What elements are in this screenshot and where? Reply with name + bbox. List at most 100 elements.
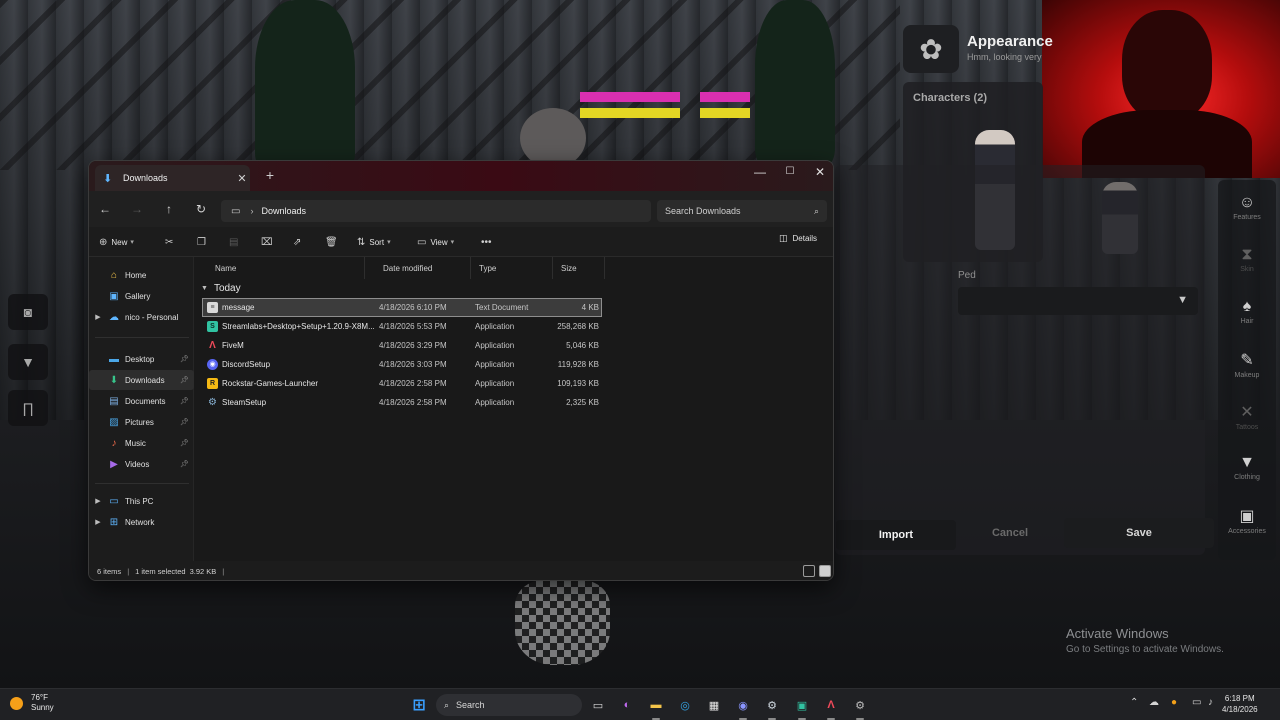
file-row[interactable]: ≡ message 4/18/2026 6:10 PM Text Documen… — [202, 298, 602, 317]
nav-item-onedrive[interactable]: ▶ ☁ nico - Personal — [89, 307, 194, 327]
chevron-up-icon[interactable]: ⌃ — [1130, 697, 1138, 708]
share-icon: ⇗ — [293, 236, 302, 248]
pin-icon[interactable]: 📌︎ — [180, 376, 194, 384]
taskbar-clock[interactable]: 6:18 PM 4/18/2026 — [1222, 693, 1258, 715]
tool-features[interactable]: ☺ Features — [1218, 188, 1276, 240]
ped-select[interactable]: ▼ — [958, 287, 1198, 315]
nav-item-network[interactable]: ▶ ⊞ Network — [89, 512, 194, 532]
view-button[interactable]: ▭ View ▾ — [417, 233, 454, 251]
refresh-icon[interactable]: ↻ — [191, 199, 211, 219]
more-icon: ••• — [481, 236, 492, 248]
nav-item-this-pc[interactable]: ▶ ▭ This PC — [89, 491, 194, 511]
chevron-right-icon[interactable]: ▶ — [89, 313, 107, 321]
pin-icon[interactable]: 📌︎ — [180, 418, 194, 426]
file-row[interactable]: Λ FiveM 4/18/2026 3:29 PM Application 5,… — [203, 337, 601, 354]
close-icon[interactable]: ✕ — [234, 172, 250, 185]
nav-item-desktop[interactable]: ▬ Desktop 📌︎ — [89, 349, 194, 369]
nav-label: Documents — [125, 396, 166, 406]
tool-hair[interactable]: ♠ Hair — [1218, 292, 1276, 344]
column-header-size[interactable]: Size — [553, 257, 605, 279]
file-row[interactable]: ◉ DiscordSetup 4/18/2026 3:03 PM Applica… — [203, 356, 601, 373]
up-arrow-icon[interactable]: ↑ — [159, 199, 179, 219]
tool-tattoos[interactable]: ✕ Tattoos — [1218, 396, 1276, 448]
nav-item-home[interactable]: ⌂ Home — [89, 265, 194, 285]
maximize-button[interactable]: ☐ — [775, 163, 805, 185]
new-tab-button[interactable]: + — [261, 167, 279, 187]
windows-start-icon[interactable]: ⊞ — [409, 695, 429, 715]
cut-button[interactable]: ✂ — [165, 233, 177, 251]
file-row[interactable]: S Streamlabs+Desktop+Setup+1.20.9-X8M...… — [203, 318, 601, 335]
column-header-date[interactable]: Date modified — [375, 257, 471, 279]
file-row[interactable]: ⚙ SteamSetup 4/18/2026 2:58 PM Applicati… — [203, 394, 601, 411]
shirt-icon[interactable]: ▼ — [8, 344, 48, 380]
pin-icon[interactable]: 📌︎ — [180, 439, 194, 447]
onedrive-icon[interactable]: ☁ — [1149, 697, 1159, 708]
more-options-button[interactable]: ••• — [481, 233, 496, 251]
cancel-button[interactable]: Cancel — [960, 518, 1060, 548]
nav-item-music[interactable]: ♪ Music 📌︎ — [89, 433, 194, 453]
tool-label: Hair — [1240, 318, 1254, 325]
nav-item-documents[interactable]: ▤ Documents 📌︎ — [89, 391, 194, 411]
forward-arrow-icon[interactable]: → — [127, 199, 147, 219]
tiles-view-toggle[interactable] — [819, 565, 831, 577]
task-view-icon[interactable]: ▭ — [588, 695, 608, 715]
delete-button[interactable]: 🗑︎ — [325, 233, 342, 251]
copy-icon: ❐ — [197, 236, 206, 248]
share-button[interactable]: ⇗ — [293, 233, 305, 251]
chevron-right-icon[interactable]: ▶ — [89, 518, 107, 526]
taskbar-search[interactable]: ⌕ Search — [436, 694, 582, 716]
tab-downloads[interactable]: ⬇ Downloads ✕ — [95, 165, 250, 191]
details-button[interactable]: ◫ Details — [779, 233, 817, 244]
column-header-name[interactable]: Name — [195, 257, 365, 279]
departure-board — [700, 92, 750, 102]
speaker-icon[interactable]: ♪ — [1208, 697, 1213, 708]
close-window-button[interactable]: ✕ — [805, 163, 833, 185]
pants-icon[interactable]: ∏ — [8, 390, 48, 426]
mask-icon[interactable]: ◙ — [8, 294, 48, 330]
nav-item-pictures[interactable]: ▨ Pictures 📌︎ — [89, 412, 194, 432]
microphone-icon[interactable]: ● — [1171, 697, 1177, 708]
pin-icon[interactable]: 📌︎ — [180, 397, 194, 405]
pin-icon[interactable]: 📌︎ — [180, 355, 194, 363]
file-explorer-icon[interactable]: ▬ — [646, 695, 666, 715]
steam-icon[interactable]: ⚙ — [762, 695, 782, 715]
nav-item-videos[interactable]: ▶ Videos 📌︎ — [89, 454, 194, 474]
file-name: DiscordSetup — [222, 360, 271, 369]
weather-widget[interactable]: 76°F Sunny — [10, 693, 54, 713]
copilot-icon[interactable]: ◐ — [617, 695, 637, 715]
details-view-toggle[interactable] — [803, 565, 815, 577]
settings-icon[interactable]: ⚙ — [850, 695, 870, 715]
title-bar[interactable]: ⬇ Downloads ✕ + — ☐ ✕ — [89, 161, 833, 191]
rename-button[interactable]: ⌧ — [261, 233, 277, 251]
file-row[interactable]: R Rockstar-Games-Launcher 4/18/2026 2:58… — [203, 375, 601, 392]
tool-clothing[interactable]: ▼ Clothing — [1218, 448, 1276, 500]
pin-icon[interactable]: 📌︎ — [180, 460, 194, 468]
sort-button[interactable]: ⇅ Sort ▾ — [357, 233, 391, 251]
group-header-today[interactable]: ▼ Today — [195, 279, 241, 297]
edge-icon[interactable]: ◎ — [675, 695, 695, 715]
store-icon[interactable]: ▦ — [704, 695, 724, 715]
import-button[interactable]: Import — [836, 520, 956, 550]
paste-button[interactable]: ▤ — [229, 233, 242, 251]
search-input[interactable]: Search Downloads ⌕ — [657, 200, 827, 222]
nav-item-gallery[interactable]: ▣ Gallery — [89, 286, 194, 306]
address-bar[interactable]: ▭ › Downloads — [221, 200, 651, 222]
save-button[interactable]: Save — [1064, 518, 1214, 548]
nav-item-downloads[interactable]: ⬇ Downloads 📌︎ — [89, 370, 194, 390]
tool-accessories[interactable]: ▣ Accessories — [1218, 500, 1276, 552]
copy-button[interactable]: ❐ — [197, 233, 210, 251]
streamlabs-icon[interactable]: ▣ — [792, 695, 812, 715]
back-arrow-icon[interactable]: ← — [95, 199, 115, 219]
column-header-type[interactable]: Type — [471, 257, 553, 279]
fivem-icon[interactable]: Λ — [821, 695, 841, 715]
tool-makeup[interactable]: ✎ Makeup — [1218, 344, 1276, 396]
discord-icon[interactable]: ◉ — [733, 695, 753, 715]
new-button[interactable]: ⊕ New ▾ — [99, 233, 134, 251]
display-icon[interactable]: ▭ — [1192, 697, 1201, 708]
file-size: 109,193 KB — [557, 379, 599, 388]
streamlabs-icon: S — [207, 321, 218, 332]
file-name: Rockstar-Games-Launcher — [222, 379, 319, 388]
chevron-right-icon[interactable]: ▶ — [89, 497, 107, 505]
minimize-button[interactable]: — — [745, 163, 775, 185]
tool-skin[interactable]: ⧗ Skin — [1218, 240, 1276, 292]
